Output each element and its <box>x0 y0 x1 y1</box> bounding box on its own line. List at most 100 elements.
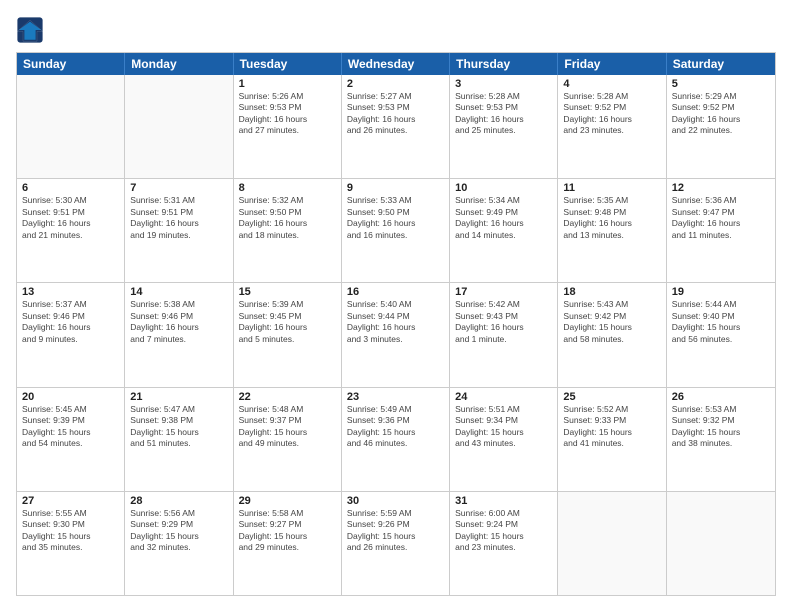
day-number: 9 <box>347 182 444 194</box>
day-number: 19 <box>672 286 770 298</box>
day-number: 6 <box>22 182 119 194</box>
day-info: Sunrise: 5:28 AM Sunset: 9:53 PM Dayligh… <box>455 91 552 137</box>
day-cell-31: 31Sunrise: 6:00 AM Sunset: 9:24 PM Dayli… <box>450 492 558 595</box>
day-number: 4 <box>563 78 660 90</box>
weekday-header-sunday: Sunday <box>17 53 125 75</box>
day-info: Sunrise: 5:44 AM Sunset: 9:40 PM Dayligh… <box>672 299 770 345</box>
day-info: Sunrise: 5:29 AM Sunset: 9:52 PM Dayligh… <box>672 91 770 137</box>
page: SundayMondayTuesdayWednesdayThursdayFrid… <box>0 0 792 612</box>
logo <box>16 16 48 44</box>
empty-cell-0-1 <box>125 75 233 178</box>
calendar-header: SundayMondayTuesdayWednesdayThursdayFrid… <box>17 53 775 75</box>
calendar-row-3: 20Sunrise: 5:45 AM Sunset: 9:39 PM Dayli… <box>17 388 775 492</box>
day-cell-22: 22Sunrise: 5:48 AM Sunset: 9:37 PM Dayli… <box>234 388 342 491</box>
day-cell-18: 18Sunrise: 5:43 AM Sunset: 9:42 PM Dayli… <box>558 283 666 386</box>
day-number: 26 <box>672 391 770 403</box>
day-info: Sunrise: 5:42 AM Sunset: 9:43 PM Dayligh… <box>455 299 552 345</box>
day-cell-10: 10Sunrise: 5:34 AM Sunset: 9:49 PM Dayli… <box>450 179 558 282</box>
day-number: 17 <box>455 286 552 298</box>
day-cell-30: 30Sunrise: 5:59 AM Sunset: 9:26 PM Dayli… <box>342 492 450 595</box>
day-number: 15 <box>239 286 336 298</box>
day-cell-23: 23Sunrise: 5:49 AM Sunset: 9:36 PM Dayli… <box>342 388 450 491</box>
header <box>16 16 776 44</box>
calendar-row-2: 13Sunrise: 5:37 AM Sunset: 9:46 PM Dayli… <box>17 283 775 387</box>
weekday-header-tuesday: Tuesday <box>234 53 342 75</box>
day-info: Sunrise: 5:39 AM Sunset: 9:45 PM Dayligh… <box>239 299 336 345</box>
day-number: 21 <box>130 391 227 403</box>
day-cell-29: 29Sunrise: 5:58 AM Sunset: 9:27 PM Dayli… <box>234 492 342 595</box>
empty-cell-0-0 <box>17 75 125 178</box>
day-info: Sunrise: 5:53 AM Sunset: 9:32 PM Dayligh… <box>672 404 770 450</box>
day-info: Sunrise: 5:43 AM Sunset: 9:42 PM Dayligh… <box>563 299 660 345</box>
day-number: 23 <box>347 391 444 403</box>
day-number: 12 <box>672 182 770 194</box>
day-info: Sunrise: 5:38 AM Sunset: 9:46 PM Dayligh… <box>130 299 227 345</box>
calendar-row-4: 27Sunrise: 5:55 AM Sunset: 9:30 PM Dayli… <box>17 492 775 595</box>
day-number: 27 <box>22 495 119 507</box>
day-number: 14 <box>130 286 227 298</box>
day-cell-27: 27Sunrise: 5:55 AM Sunset: 9:30 PM Dayli… <box>17 492 125 595</box>
day-info: Sunrise: 5:28 AM Sunset: 9:52 PM Dayligh… <box>563 91 660 137</box>
day-info: Sunrise: 5:34 AM Sunset: 9:49 PM Dayligh… <box>455 195 552 241</box>
day-cell-17: 17Sunrise: 5:42 AM Sunset: 9:43 PM Dayli… <box>450 283 558 386</box>
day-cell-26: 26Sunrise: 5:53 AM Sunset: 9:32 PM Dayli… <box>667 388 775 491</box>
day-number: 20 <box>22 391 119 403</box>
day-cell-12: 12Sunrise: 5:36 AM Sunset: 9:47 PM Dayli… <box>667 179 775 282</box>
day-cell-20: 20Sunrise: 5:45 AM Sunset: 9:39 PM Dayli… <box>17 388 125 491</box>
day-cell-21: 21Sunrise: 5:47 AM Sunset: 9:38 PM Dayli… <box>125 388 233 491</box>
weekday-header-thursday: Thursday <box>450 53 558 75</box>
day-cell-15: 15Sunrise: 5:39 AM Sunset: 9:45 PM Dayli… <box>234 283 342 386</box>
day-info: Sunrise: 5:48 AM Sunset: 9:37 PM Dayligh… <box>239 404 336 450</box>
empty-cell-4-6 <box>667 492 775 595</box>
day-cell-6: 6Sunrise: 5:30 AM Sunset: 9:51 PM Daylig… <box>17 179 125 282</box>
day-number: 18 <box>563 286 660 298</box>
day-cell-19: 19Sunrise: 5:44 AM Sunset: 9:40 PM Dayli… <box>667 283 775 386</box>
day-cell-9: 9Sunrise: 5:33 AM Sunset: 9:50 PM Daylig… <box>342 179 450 282</box>
day-number: 30 <box>347 495 444 507</box>
day-info: Sunrise: 5:49 AM Sunset: 9:36 PM Dayligh… <box>347 404 444 450</box>
day-info: Sunrise: 5:51 AM Sunset: 9:34 PM Dayligh… <box>455 404 552 450</box>
day-info: Sunrise: 5:45 AM Sunset: 9:39 PM Dayligh… <box>22 404 119 450</box>
day-cell-1: 1Sunrise: 5:26 AM Sunset: 9:53 PM Daylig… <box>234 75 342 178</box>
day-cell-13: 13Sunrise: 5:37 AM Sunset: 9:46 PM Dayli… <box>17 283 125 386</box>
day-info: Sunrise: 5:40 AM Sunset: 9:44 PM Dayligh… <box>347 299 444 345</box>
calendar-body: 1Sunrise: 5:26 AM Sunset: 9:53 PM Daylig… <box>17 75 775 595</box>
day-info: Sunrise: 5:52 AM Sunset: 9:33 PM Dayligh… <box>563 404 660 450</box>
day-number: 22 <box>239 391 336 403</box>
day-number: 29 <box>239 495 336 507</box>
day-number: 10 <box>455 182 552 194</box>
day-number: 13 <box>22 286 119 298</box>
logo-icon <box>16 16 44 44</box>
day-cell-28: 28Sunrise: 5:56 AM Sunset: 9:29 PM Dayli… <box>125 492 233 595</box>
day-info: Sunrise: 5:35 AM Sunset: 9:48 PM Dayligh… <box>563 195 660 241</box>
day-cell-3: 3Sunrise: 5:28 AM Sunset: 9:53 PM Daylig… <box>450 75 558 178</box>
calendar: SundayMondayTuesdayWednesdayThursdayFrid… <box>16 52 776 596</box>
day-cell-25: 25Sunrise: 5:52 AM Sunset: 9:33 PM Dayli… <box>558 388 666 491</box>
day-number: 11 <box>563 182 660 194</box>
weekday-header-saturday: Saturday <box>667 53 775 75</box>
day-info: Sunrise: 5:55 AM Sunset: 9:30 PM Dayligh… <box>22 508 119 554</box>
day-info: Sunrise: 5:58 AM Sunset: 9:27 PM Dayligh… <box>239 508 336 554</box>
day-info: Sunrise: 5:36 AM Sunset: 9:47 PM Dayligh… <box>672 195 770 241</box>
day-info: Sunrise: 6:00 AM Sunset: 9:24 PM Dayligh… <box>455 508 552 554</box>
day-info: Sunrise: 5:31 AM Sunset: 9:51 PM Dayligh… <box>130 195 227 241</box>
day-info: Sunrise: 5:32 AM Sunset: 9:50 PM Dayligh… <box>239 195 336 241</box>
day-number: 28 <box>130 495 227 507</box>
day-number: 8 <box>239 182 336 194</box>
day-number: 16 <box>347 286 444 298</box>
day-number: 3 <box>455 78 552 90</box>
weekday-header-wednesday: Wednesday <box>342 53 450 75</box>
day-info: Sunrise: 5:26 AM Sunset: 9:53 PM Dayligh… <box>239 91 336 137</box>
day-info: Sunrise: 5:47 AM Sunset: 9:38 PM Dayligh… <box>130 404 227 450</box>
day-cell-2: 2Sunrise: 5:27 AM Sunset: 9:53 PM Daylig… <box>342 75 450 178</box>
day-info: Sunrise: 5:27 AM Sunset: 9:53 PM Dayligh… <box>347 91 444 137</box>
calendar-row-0: 1Sunrise: 5:26 AM Sunset: 9:53 PM Daylig… <box>17 75 775 179</box>
day-info: Sunrise: 5:59 AM Sunset: 9:26 PM Dayligh… <box>347 508 444 554</box>
day-info: Sunrise: 5:37 AM Sunset: 9:46 PM Dayligh… <box>22 299 119 345</box>
day-cell-4: 4Sunrise: 5:28 AM Sunset: 9:52 PM Daylig… <box>558 75 666 178</box>
day-cell-16: 16Sunrise: 5:40 AM Sunset: 9:44 PM Dayli… <box>342 283 450 386</box>
day-number: 25 <box>563 391 660 403</box>
day-number: 1 <box>239 78 336 90</box>
day-number: 31 <box>455 495 552 507</box>
day-info: Sunrise: 5:33 AM Sunset: 9:50 PM Dayligh… <box>347 195 444 241</box>
